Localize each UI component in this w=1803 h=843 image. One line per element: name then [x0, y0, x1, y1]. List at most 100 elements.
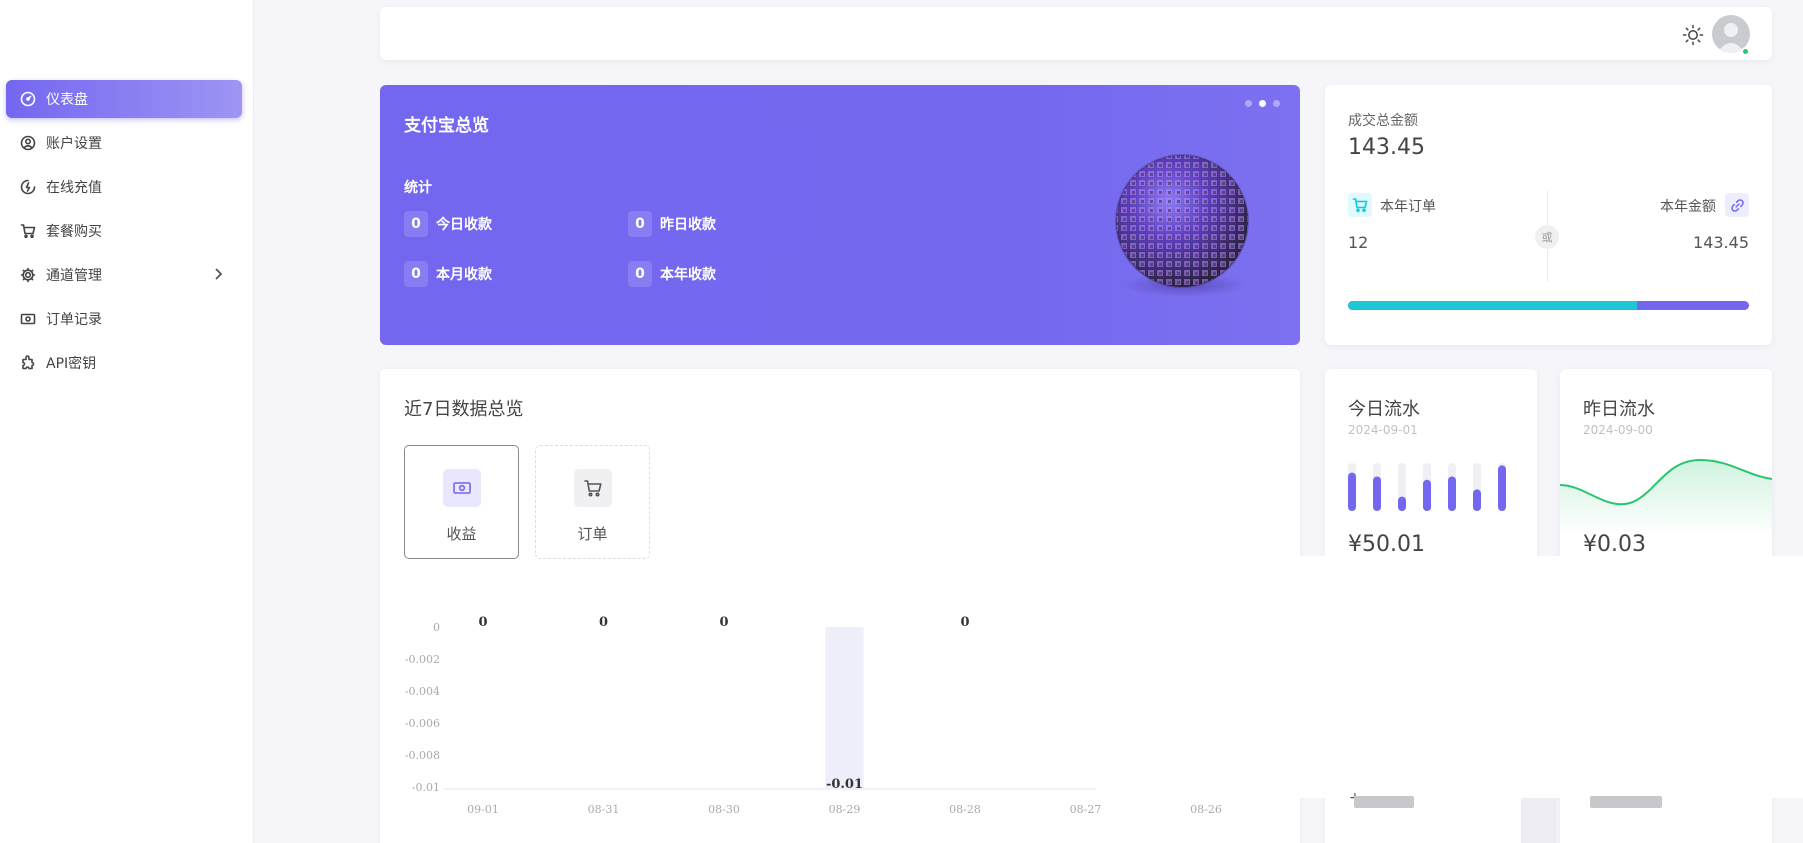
stat-label: 今日收款	[436, 217, 492, 233]
sidebar-item-channel-management[interactable]: 通道管理	[6, 256, 242, 294]
y-tick-label: -0.004	[405, 685, 440, 698]
stat-label: 昨日收款	[660, 217, 716, 233]
sidebar-nav: 仪表盘 账户设置 在线充值 套餐购买 通道管理 订单记录 API密钥	[6, 80, 242, 388]
sidebar-item-label: 订单记录	[46, 312, 102, 328]
today-flow-title: 今日流水	[1348, 399, 1420, 420]
x-tick-label: 08-28	[949, 803, 981, 816]
sidebar-item-dashboard[interactable]: 仪表盘	[6, 80, 242, 118]
sidebar-item-label: 通道管理	[46, 268, 102, 284]
yesterday-flow-amount: ¥0.03	[1583, 532, 1646, 557]
line-area	[1560, 460, 1772, 535]
mini-bar	[1348, 472, 1356, 511]
blurred-value	[1590, 796, 1662, 808]
cart-icon	[1348, 193, 1372, 217]
sidebar-item-label: 账户设置	[46, 136, 102, 152]
year-amount-value: 143.45	[1693, 233, 1749, 252]
sidebar: 仪表盘 账户设置 在线充值 套餐购买 通道管理 订单记录 API密钥	[0, 0, 254, 843]
today-flow-date: 2024-09-01	[1348, 423, 1418, 437]
stat-yesterday: 0 昨日收款	[628, 211, 716, 237]
data-label: 0	[960, 615, 969, 630]
x-tick-label: 08-31	[588, 803, 620, 816]
gear-icon	[19, 266, 37, 284]
link-icon	[1725, 193, 1749, 217]
y-tick-label: 0	[433, 621, 440, 634]
gauge-icon	[19, 90, 37, 108]
progress-fill	[1348, 301, 1637, 310]
orders-amount-progress	[1348, 301, 1749, 310]
y-tick-label: -0.01	[412, 781, 440, 794]
yesterday-flow-date: 2024-09-00	[1583, 423, 1653, 437]
background-strip	[1521, 798, 1557, 843]
cart-icon	[19, 222, 37, 240]
yesterday-line-chart	[1560, 458, 1772, 535]
recharge-icon	[19, 178, 37, 196]
total-amount-label: 成交总金额	[1348, 113, 1418, 129]
puzzle-icon	[19, 354, 37, 372]
stat-value: 0	[628, 261, 652, 287]
carousel-dots	[1245, 100, 1280, 107]
blurred-value	[1354, 796, 1414, 808]
x-tick-label: 08-30	[708, 803, 740, 816]
sidebar-item-label: 仪表盘	[46, 92, 88, 108]
mini-bar	[1498, 465, 1506, 511]
seven-day-bar-chart: 0 -0.002 -0.004 -0.006 -0.008 -0.01 0 09-01 0 08-…	[405, 615, 1222, 816]
mini-bar	[1423, 479, 1431, 511]
y-tick-label: -0.006	[405, 717, 440, 730]
stat-month: 0 本月收款	[404, 261, 492, 287]
y-tick-label: -0.002	[405, 653, 440, 666]
banknote-icon	[19, 310, 37, 328]
mini-bar	[1373, 476, 1381, 511]
decorative-sphere-illustration	[1115, 154, 1249, 297]
x-tick-label: 08-29	[829, 803, 861, 816]
carousel-dot[interactable]	[1273, 100, 1280, 107]
data-label: 0	[478, 615, 487, 630]
sidebar-item-account-settings[interactable]: 账户设置	[6, 124, 242, 162]
x-tick-label: 08-27	[1070, 803, 1102, 816]
seven-day-chart: 0 -0.002 -0.004 -0.006 -0.008 -0.01 0 09-01 0 08-…	[380, 369, 1300, 843]
stats-section-label: 统计	[404, 180, 432, 196]
sidebar-item-order-records[interactable]: 订单记录	[6, 300, 242, 338]
user-circle-icon	[19, 134, 37, 152]
data-label: -0.01	[826, 777, 863, 792]
year-amount-label: 本年金额	[1660, 199, 1716, 215]
or-badge: 或	[1535, 225, 1559, 249]
alipay-overview-card: 支付宝总览 统计 0 今日收款 0 昨日收款 0 本月收款 0 本年收款	[380, 85, 1300, 345]
carousel-dot-active[interactable]	[1259, 100, 1266, 107]
sun-icon[interactable]	[1682, 24, 1704, 46]
sidebar-item-label: API密钥	[46, 356, 97, 372]
sidebar-item-api-key[interactable]: API密钥	[6, 344, 242, 382]
seven-day-overview-card: 近7日数据总览 收益 订单 0 -0.002 -0.004 -0.006 -0.008-…	[380, 369, 1300, 843]
alipay-card-title: 支付宝总览	[404, 116, 489, 136]
data-label: 0	[719, 615, 728, 630]
y-tick-label: -0.008	[405, 749, 440, 762]
sidebar-item-recharge[interactable]: 在线充值	[6, 168, 242, 206]
today-flow-amount: ¥50.01	[1348, 532, 1425, 557]
yesterday-flow-title: 昨日流水	[1583, 399, 1655, 420]
online-status-dot	[1741, 47, 1750, 56]
mini-bar	[1448, 476, 1456, 511]
chart-bar[interactable]	[825, 627, 864, 789]
stat-value: 0	[404, 261, 428, 287]
stat-today: 0 今日收款	[404, 211, 492, 237]
sidebar-item-package-purchase[interactable]: 套餐购买	[6, 212, 242, 250]
total-amount-value: 143.45	[1348, 135, 1425, 160]
x-tick-label: 09-01	[467, 803, 499, 816]
total-transaction-card: 成交总金额 143.45 本年订单 12 或 本年金额 143.45	[1325, 85, 1772, 345]
stat-year: 0 本年收款	[628, 261, 716, 287]
stat-label: 本年收款	[660, 267, 716, 283]
chevron-right-icon	[210, 266, 226, 282]
mini-bar	[1473, 489, 1481, 511]
stat-label: 本月收款	[436, 267, 492, 283]
today-mini-bar-chart	[1348, 463, 1506, 511]
year-orders-label: 本年订单	[1380, 199, 1436, 215]
sidebar-item-label: 在线充值	[46, 180, 102, 196]
overlay-patch	[1300, 556, 1803, 798]
top-header	[380, 7, 1772, 60]
x-tick-label: 08-26	[1190, 803, 1222, 816]
carousel-dot[interactable]	[1245, 100, 1252, 107]
data-label: 0	[599, 615, 608, 630]
sidebar-item-label: 套餐购买	[46, 224, 102, 240]
stat-value: 0	[628, 211, 652, 237]
stat-value: 0	[404, 211, 428, 237]
year-orders-value: 12	[1348, 233, 1369, 252]
